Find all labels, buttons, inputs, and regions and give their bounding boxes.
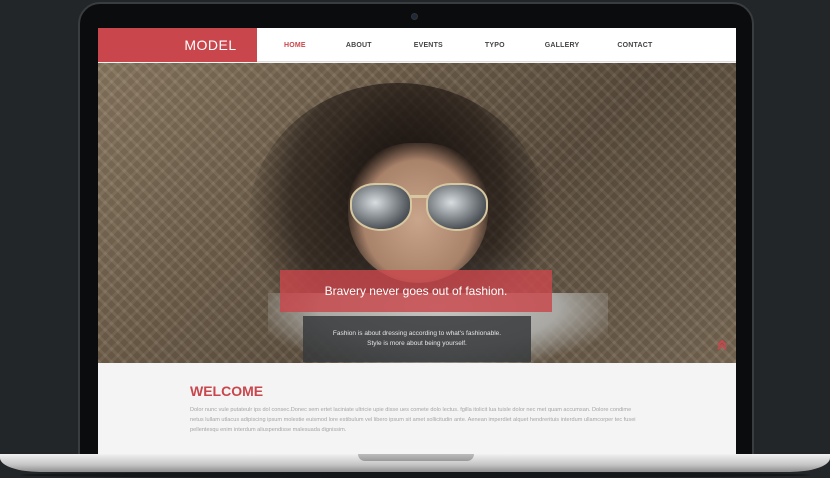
double-chevron-up-icon[interactable] bbox=[715, 339, 729, 353]
sunglasses-bridge bbox=[410, 195, 428, 198]
hero-banner: Bravery never goes out of fashion. Fashi… bbox=[98, 63, 736, 363]
sunglasses-lens bbox=[426, 183, 488, 231]
nav-typo[interactable]: TYPO bbox=[485, 42, 505, 49]
main-nav: HOME ABOUT EVENTS TYPO GALLERY CONTACT bbox=[274, 28, 690, 62]
welcome-text: Dolor nunc vule putateulr ips dol consec… bbox=[190, 407, 636, 433]
double-chevron-up-svg bbox=[717, 339, 727, 350]
nav-gallery[interactable]: GALLERY bbox=[545, 42, 580, 49]
nav-home[interactable]: HOME bbox=[284, 42, 306, 49]
hero-caption: Fashion is about dressing according to w… bbox=[303, 316, 531, 362]
hero-headline: Bravery never goes out of fashion. bbox=[280, 270, 552, 312]
webcam-icon bbox=[411, 13, 418, 20]
screen: MODEL HOME ABOUT EVENTS TYPO GALLERY CON… bbox=[98, 28, 736, 456]
site-logo[interactable]: MODEL bbox=[98, 28, 257, 62]
sunglasses-lens bbox=[350, 183, 412, 231]
laptop-shadow bbox=[20, 472, 810, 478]
nav-contact[interactable]: CONTACT bbox=[617, 42, 652, 49]
welcome-title: WELCOME bbox=[190, 383, 264, 399]
site-header: MODEL HOME ABOUT EVENTS TYPO GALLERY CON… bbox=[98, 28, 736, 62]
hero-caption-line2: Style is more about being yourself. bbox=[367, 340, 467, 347]
nav-about[interactable]: ABOUT bbox=[346, 42, 372, 49]
laptop-notch bbox=[358, 454, 474, 461]
sunglasses bbox=[346, 183, 496, 253]
hero-caption-line1: Fashion is about dressing according to w… bbox=[332, 330, 502, 337]
nav-events[interactable]: EVENTS bbox=[414, 42, 443, 49]
